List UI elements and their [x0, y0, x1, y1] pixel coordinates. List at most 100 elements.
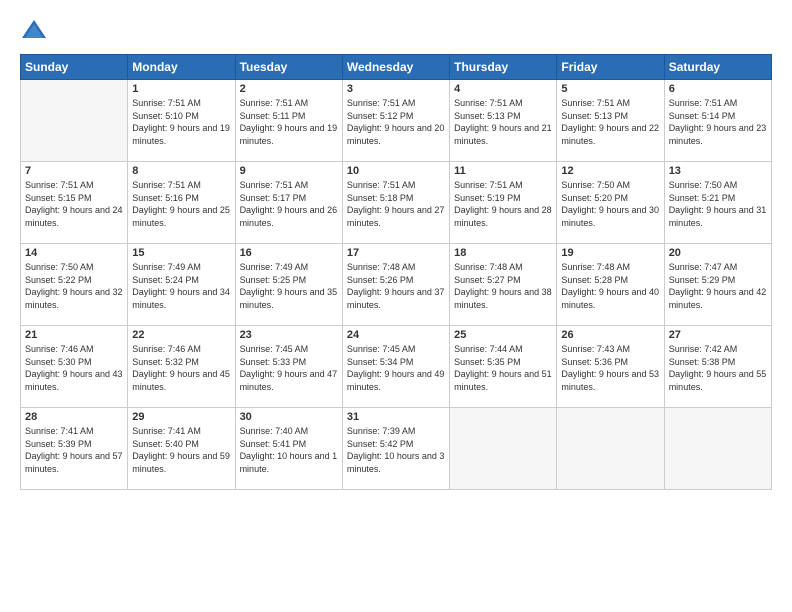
day-number: 14 — [25, 247, 123, 259]
calendar-cell: 20 Sunrise: 7:47 AMSunset: 5:29 PMDayligh… — [664, 244, 771, 326]
day-number: 23 — [240, 329, 338, 341]
calendar-cell: 21 Sunrise: 7:46 AMSunset: 5:30 PMDayligh… — [21, 326, 128, 408]
calendar-cell: 1 Sunrise: 7:51 AMSunset: 5:10 PMDaylight… — [128, 80, 235, 162]
day-info: Sunrise: 7:51 AMSunset: 5:15 PMDaylight:… — [25, 179, 123, 229]
day-info: Sunrise: 7:39 AMSunset: 5:42 PMDaylight:… — [347, 425, 445, 475]
day-number: 17 — [347, 247, 445, 259]
day-info: Sunrise: 7:46 AMSunset: 5:32 PMDaylight:… — [132, 343, 230, 393]
day-number: 3 — [347, 83, 445, 95]
calendar-cell: 6 Sunrise: 7:51 AMSunset: 5:14 PMDaylight… — [664, 80, 771, 162]
day-info: Sunrise: 7:40 AMSunset: 5:41 PMDaylight:… — [240, 425, 338, 475]
calendar-cell: 7 Sunrise: 7:51 AMSunset: 5:15 PMDaylight… — [21, 162, 128, 244]
calendar-cell: 8 Sunrise: 7:51 AMSunset: 5:16 PMDaylight… — [128, 162, 235, 244]
day-info: Sunrise: 7:48 AMSunset: 5:26 PMDaylight:… — [347, 261, 445, 311]
calendar-cell: 11 Sunrise: 7:51 AMSunset: 5:19 PMDayligh… — [450, 162, 557, 244]
day-number: 28 — [25, 411, 123, 423]
day-number: 12 — [561, 165, 659, 177]
day-header-sunday: Sunday — [21, 55, 128, 80]
day-number: 31 — [347, 411, 445, 423]
day-number: 21 — [25, 329, 123, 341]
calendar-cell — [450, 408, 557, 490]
day-info: Sunrise: 7:47 AMSunset: 5:29 PMDaylight:… — [669, 261, 767, 311]
day-number: 22 — [132, 329, 230, 341]
calendar-cell: 16 Sunrise: 7:49 AMSunset: 5:25 PMDayligh… — [235, 244, 342, 326]
day-info: Sunrise: 7:45 AMSunset: 5:34 PMDaylight:… — [347, 343, 445, 393]
day-info: Sunrise: 7:50 AMSunset: 5:22 PMDaylight:… — [25, 261, 123, 311]
header — [20, 16, 772, 44]
day-info: Sunrise: 7:51 AMSunset: 5:13 PMDaylight:… — [561, 97, 659, 147]
day-info: Sunrise: 7:42 AMSunset: 5:38 PMDaylight:… — [669, 343, 767, 393]
day-number: 13 — [669, 165, 767, 177]
day-number: 10 — [347, 165, 445, 177]
calendar-cell: 27 Sunrise: 7:42 AMSunset: 5:38 PMDayligh… — [664, 326, 771, 408]
calendar-body: 1 Sunrise: 7:51 AMSunset: 5:10 PMDaylight… — [21, 80, 772, 490]
calendar-cell: 30 Sunrise: 7:40 AMSunset: 5:41 PMDayligh… — [235, 408, 342, 490]
day-number: 1 — [132, 83, 230, 95]
day-number: 6 — [669, 83, 767, 95]
calendar-cell — [21, 80, 128, 162]
day-number: 25 — [454, 329, 552, 341]
day-info: Sunrise: 7:50 AMSunset: 5:21 PMDaylight:… — [669, 179, 767, 229]
day-info: Sunrise: 7:51 AMSunset: 5:13 PMDaylight:… — [454, 97, 552, 147]
day-info: Sunrise: 7:45 AMSunset: 5:33 PMDaylight:… — [240, 343, 338, 393]
day-header-wednesday: Wednesday — [342, 55, 449, 80]
day-info: Sunrise: 7:51 AMSunset: 5:16 PMDaylight:… — [132, 179, 230, 229]
week-row-5: 28Sunrise: 7:41 AMSunset: 5:39 PMDayligh… — [21, 408, 772, 490]
day-number: 18 — [454, 247, 552, 259]
day-info: Sunrise: 7:51 AMSunset: 5:17 PMDaylight:… — [240, 179, 338, 229]
day-number: 5 — [561, 83, 659, 95]
day-info: Sunrise: 7:51 AMSunset: 5:11 PMDaylight:… — [240, 97, 338, 147]
day-number: 7 — [25, 165, 123, 177]
day-number: 11 — [454, 165, 552, 177]
day-header-monday: Monday — [128, 55, 235, 80]
calendar-cell: 14 Sunrise: 7:50 AMSunset: 5:22 PMDayligh… — [21, 244, 128, 326]
calendar-cell: 31 Sunrise: 7:39 AMSunset: 5:42 PMDayligh… — [342, 408, 449, 490]
day-info: Sunrise: 7:51 AMSunset: 5:10 PMDaylight:… — [132, 97, 230, 147]
calendar-cell: 22 Sunrise: 7:46 AMSunset: 5:32 PMDayligh… — [128, 326, 235, 408]
day-header-tuesday: Tuesday — [235, 55, 342, 80]
day-info: Sunrise: 7:48 AMSunset: 5:27 PMDaylight:… — [454, 261, 552, 311]
day-number: 4 — [454, 83, 552, 95]
calendar-cell: 17 Sunrise: 7:48 AMSunset: 5:26 PMDayligh… — [342, 244, 449, 326]
calendar-header-row: SundayMondayTuesdayWednesdayThursdayFrid… — [21, 55, 772, 80]
calendar-cell: 3Sunrise: 7:51 AMSunset: 5:12 PMDaylight… — [342, 80, 449, 162]
day-info: Sunrise: 7:50 AMSunset: 5:20 PMDaylight:… — [561, 179, 659, 229]
calendar-cell: 9Sunrise: 7:51 AMSunset: 5:17 PMDaylight… — [235, 162, 342, 244]
day-info: Sunrise: 7:49 AMSunset: 5:24 PMDaylight:… — [132, 261, 230, 311]
day-info: Sunrise: 7:44 AMSunset: 5:35 PMDaylight:… — [454, 343, 552, 393]
calendar-cell: 5 Sunrise: 7:51 AMSunset: 5:13 PMDaylight… — [557, 80, 664, 162]
day-number: 15 — [132, 247, 230, 259]
day-info: Sunrise: 7:51 AMSunset: 5:14 PMDaylight:… — [669, 97, 767, 147]
day-info: Sunrise: 7:49 AMSunset: 5:25 PMDaylight:… — [240, 261, 338, 311]
day-info: Sunrise: 7:51 AMSunset: 5:19 PMDaylight:… — [454, 179, 552, 229]
calendar-cell: 19 Sunrise: 7:48 AMSunset: 5:28 PMDayligh… — [557, 244, 664, 326]
day-header-thursday: Thursday — [450, 55, 557, 80]
day-number: 27 — [669, 329, 767, 341]
day-number: 16 — [240, 247, 338, 259]
day-info: Sunrise: 7:41 AMSunset: 5:40 PMDaylight:… — [132, 425, 230, 475]
day-number: 20 — [669, 247, 767, 259]
calendar-cell: 10 Sunrise: 7:51 AMSunset: 5:18 PMDayligh… — [342, 162, 449, 244]
calendar-cell: 13 Sunrise: 7:50 AMSunset: 5:21 PMDayligh… — [664, 162, 771, 244]
calendar-cell: 28Sunrise: 7:41 AMSunset: 5:39 PMDayligh… — [21, 408, 128, 490]
calendar-cell: 18 Sunrise: 7:48 AMSunset: 5:27 PMDayligh… — [450, 244, 557, 326]
day-info: Sunrise: 7:48 AMSunset: 5:28 PMDaylight:… — [561, 261, 659, 311]
calendar-cell: 2Sunrise: 7:51 AMSunset: 5:11 PMDaylight… — [235, 80, 342, 162]
page: SundayMondayTuesdayWednesdayThursdayFrid… — [0, 0, 792, 612]
week-row-3: 14 Sunrise: 7:50 AMSunset: 5:22 PMDayligh… — [21, 244, 772, 326]
calendar-cell: 24Sunrise: 7:45 AMSunset: 5:34 PMDayligh… — [342, 326, 449, 408]
calendar-cell: 26Sunrise: 7:43 AMSunset: 5:36 PMDayligh… — [557, 326, 664, 408]
day-info: Sunrise: 7:51 AMSunset: 5:18 PMDaylight:… — [347, 179, 445, 229]
calendar-cell: 4 Sunrise: 7:51 AMSunset: 5:13 PMDaylight… — [450, 80, 557, 162]
calendar-table: SundayMondayTuesdayWednesdayThursdayFrid… — [20, 54, 772, 490]
week-row-4: 21 Sunrise: 7:46 AMSunset: 5:30 PMDayligh… — [21, 326, 772, 408]
day-number: 29 — [132, 411, 230, 423]
day-number: 30 — [240, 411, 338, 423]
day-header-friday: Friday — [557, 55, 664, 80]
logo — [20, 16, 52, 44]
logo-icon — [20, 16, 48, 44]
day-info: Sunrise: 7:46 AMSunset: 5:30 PMDaylight:… — [25, 343, 123, 393]
day-number: 19 — [561, 247, 659, 259]
day-number: 8 — [132, 165, 230, 177]
calendar-cell: 25 Sunrise: 7:44 AMSunset: 5:35 PMDayligh… — [450, 326, 557, 408]
